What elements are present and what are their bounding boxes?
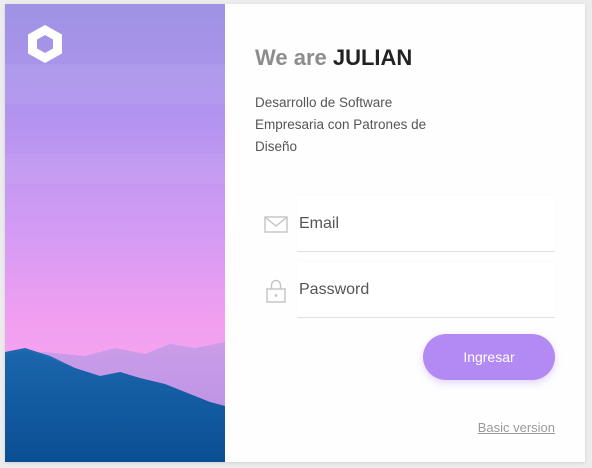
password-field[interactable] bbox=[297, 262, 555, 318]
basic-version-link[interactable]: Basic version bbox=[478, 420, 555, 435]
page-subtitle: Desarrollo de Software Empresaria con Pa… bbox=[255, 95, 427, 154]
login-card: We are JULIAN Desarrollo de Software Emp… bbox=[5, 4, 585, 462]
mountain-landscape bbox=[5, 4, 225, 462]
password-row bbox=[263, 262, 555, 318]
login-submit-button[interactable]: Ingresar bbox=[423, 334, 555, 380]
hexagon-ring-logo-icon bbox=[28, 25, 62, 63]
title-brand-name: JULIAN bbox=[332, 45, 413, 70]
mail-icon bbox=[264, 216, 288, 233]
hero-image bbox=[5, 4, 225, 462]
email-field[interactable] bbox=[297, 196, 555, 252]
page-title: We are JULIAN bbox=[255, 44, 412, 72]
title-prefix: We are bbox=[255, 45, 327, 70]
email-row bbox=[263, 196, 555, 252]
login-panel: We are JULIAN Desarrollo de Software Emp… bbox=[225, 4, 585, 462]
lock-icon bbox=[266, 279, 286, 303]
